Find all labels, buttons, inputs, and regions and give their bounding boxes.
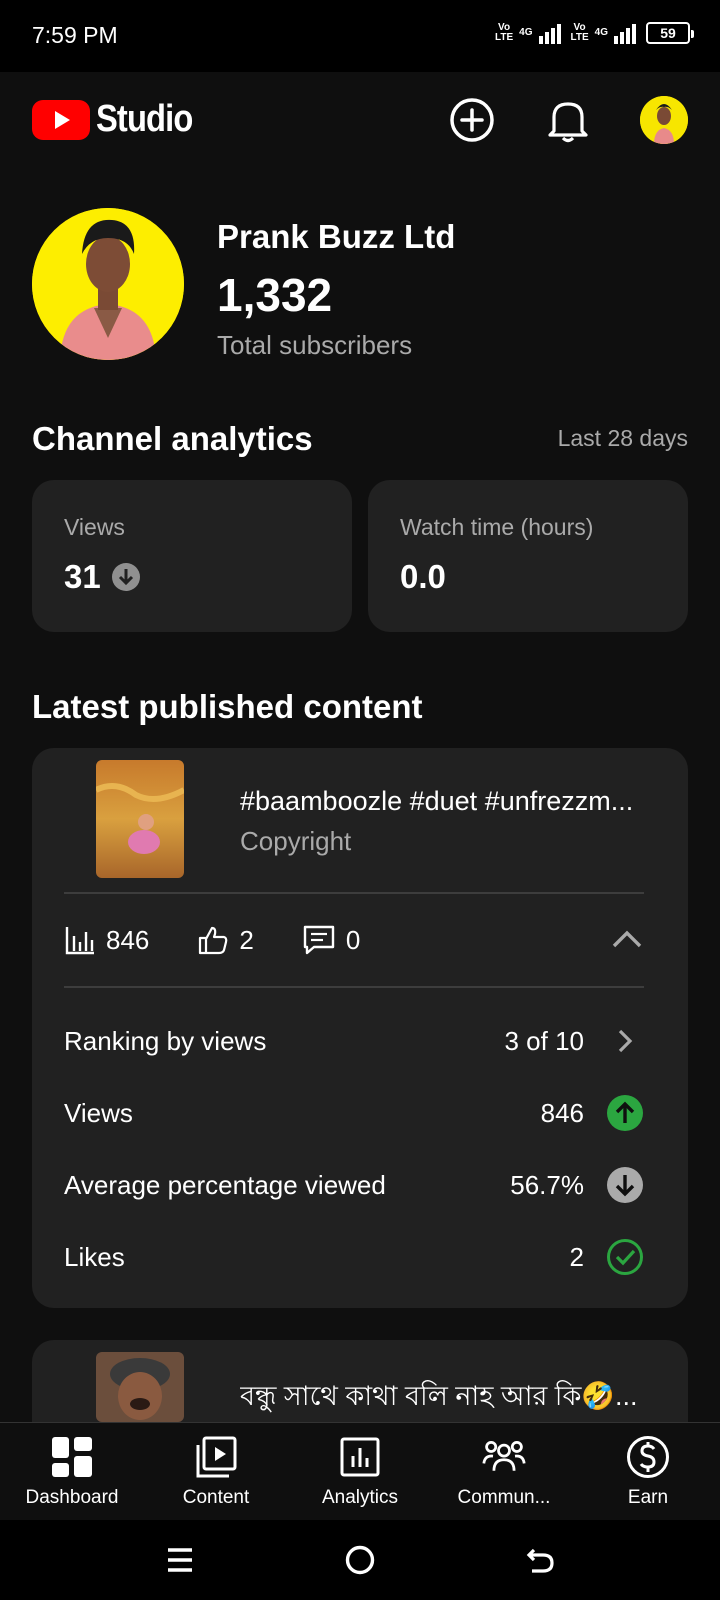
thumbnail-image (96, 1352, 184, 1422)
likes-count: 2 (239, 924, 254, 955)
arrow-down-icon (111, 563, 140, 591)
back-button[interactable] (516, 1536, 564, 1584)
content-status: Copyright (240, 826, 352, 856)
content-card: #baamboozle #duet #unfrezzm... Copyright… (32, 748, 688, 1308)
arrow-down-gray-icon (606, 1166, 644, 1204)
watch-time-metric-card[interactable]: Watch time (hours) 0.0 (368, 480, 688, 632)
chevron-right-icon (606, 1022, 644, 1060)
status-icons: Vo LTE 4G Vo LTE 4G 59 (495, 22, 694, 44)
nav-dashboard[interactable]: Dashboard (0, 1423, 144, 1520)
network-type-2: 4G (594, 27, 608, 38)
volte-indicator-1: Vo LTE (495, 22, 514, 43)
nav-content[interactable]: Content (144, 1423, 288, 1520)
content-stats: 846 2 0 (64, 918, 644, 962)
channel-name: Prank Buzz Ltd (217, 218, 456, 255)
signal-icon-2 (614, 22, 636, 44)
avg-percentage-row: Average percentage viewed 56.7% (64, 1160, 644, 1210)
notifications-button[interactable] (540, 92, 596, 148)
ranking-row[interactable]: Ranking by views 3 of 10 (64, 1016, 644, 1066)
row-label: Views (64, 1097, 133, 1128)
content-icon (194, 1435, 238, 1479)
content-title[interactable]: #baamboozle #duet #unfrezzm... (240, 786, 660, 817)
likes-row: Likes 2 (64, 1232, 644, 1282)
nav-label: Analytics (321, 1487, 399, 1508)
volte-indicator-2: Vo LTE (570, 22, 589, 43)
views-value: 31 (64, 558, 101, 595)
views-row: Views 846 (64, 1088, 644, 1138)
comments-count: 0 (345, 924, 361, 955)
create-icon (450, 98, 494, 142)
bar-chart-icon (65, 927, 94, 955)
views-stat: 846 (64, 924, 149, 956)
channel-avatar-image (32, 208, 184, 360)
row-value: 56.7% (510, 1169, 584, 1200)
collapse-button[interactable] (610, 924, 644, 959)
nav-label: Commun... (457, 1487, 551, 1508)
subscriber-count: 1,332 (217, 269, 333, 321)
thumbs-up-icon (199, 926, 228, 955)
community-icon (482, 1435, 526, 1479)
video-thumbnail[interactable] (96, 1352, 184, 1422)
row-value: 2 (569, 1241, 584, 1272)
watch-time-value: 0.0 (400, 558, 446, 595)
app-bar: Studio (0, 72, 720, 168)
metric-label: Views (64, 514, 125, 540)
nav-label: Earn (627, 1487, 669, 1508)
network-type-1: 4G (519, 27, 533, 38)
analytics-icon (338, 1435, 382, 1479)
nav-community[interactable]: Commun... (432, 1423, 576, 1520)
nav-label: Content (182, 1487, 250, 1508)
bell-icon (548, 102, 588, 143)
row-value: 846 (540, 1097, 584, 1128)
divider (64, 892, 644, 894)
row-label: Average percentage viewed (64, 1169, 386, 1200)
views-count: 846 (106, 924, 150, 955)
divider (64, 986, 644, 988)
comments-stat: 0 (302, 924, 360, 956)
subscriber-label: Total subscribers (217, 330, 413, 360)
channel-header: Prank Buzz Ltd 1,332 Total subscribers (32, 208, 688, 360)
row-label: Likes (64, 1241, 125, 1272)
dashboard-icon (50, 1435, 94, 1479)
recent-apps-button[interactable] (156, 1536, 204, 1584)
metric-label: Watch time (hours) (400, 514, 594, 540)
video-thumbnail[interactable] (96, 760, 184, 878)
latest-content-title: Latest published content (32, 688, 423, 725)
home-button[interactable] (336, 1536, 384, 1584)
studio-logo[interactable]: Studio (32, 98, 208, 141)
logo-text: Studio (96, 98, 193, 140)
menu-icon (168, 1548, 192, 1572)
nav-earn[interactable]: Earn (576, 1423, 720, 1520)
analytics-period: Last 28 days (557, 425, 688, 451)
arrow-up-green-icon (606, 1094, 644, 1132)
views-metric-card[interactable]: Views 31 (32, 480, 352, 632)
system-navigation-bar (0, 1520, 720, 1600)
home-circle-icon (345, 1545, 375, 1575)
create-button[interactable] (444, 92, 500, 148)
status-bar: 7:59 PM Vo LTE 4G Vo LTE 4G 59 (0, 0, 720, 72)
chevron-up-icon (612, 930, 642, 948)
metric-value: 31 (64, 558, 141, 596)
earn-icon (626, 1435, 670, 1479)
youtube-logo-icon (32, 99, 90, 140)
channel-avatar[interactable] (32, 208, 184, 360)
account-avatar[interactable] (640, 96, 688, 144)
battery-icon: 59 (646, 22, 694, 44)
back-icon (526, 1548, 554, 1573)
likes-stat: 2 (197, 924, 254, 956)
signal-icon-1 (538, 22, 561, 44)
metric-value: 0.0 (400, 558, 446, 596)
status-time: 7:59 PM (32, 22, 118, 48)
row-value: 3 of 10 (504, 1025, 584, 1056)
thumbnail-image (96, 760, 184, 878)
content-title[interactable]: বন্ধু সাথে কাথা বলি নাহ আর কি🤣... (240, 1376, 660, 1421)
row-label: Ranking by views (64, 1025, 267, 1056)
comment-icon (303, 925, 335, 955)
analytics-title: Channel analytics (32, 420, 313, 457)
nav-label: Dashboard (25, 1487, 119, 1508)
check-circle-green-icon (606, 1238, 644, 1276)
avatar-image (640, 96, 688, 144)
nav-analytics[interactable]: Analytics (288, 1423, 432, 1520)
bottom-navigation: Dashboard Content Analytics Commun... Ea… (0, 1422, 720, 1520)
